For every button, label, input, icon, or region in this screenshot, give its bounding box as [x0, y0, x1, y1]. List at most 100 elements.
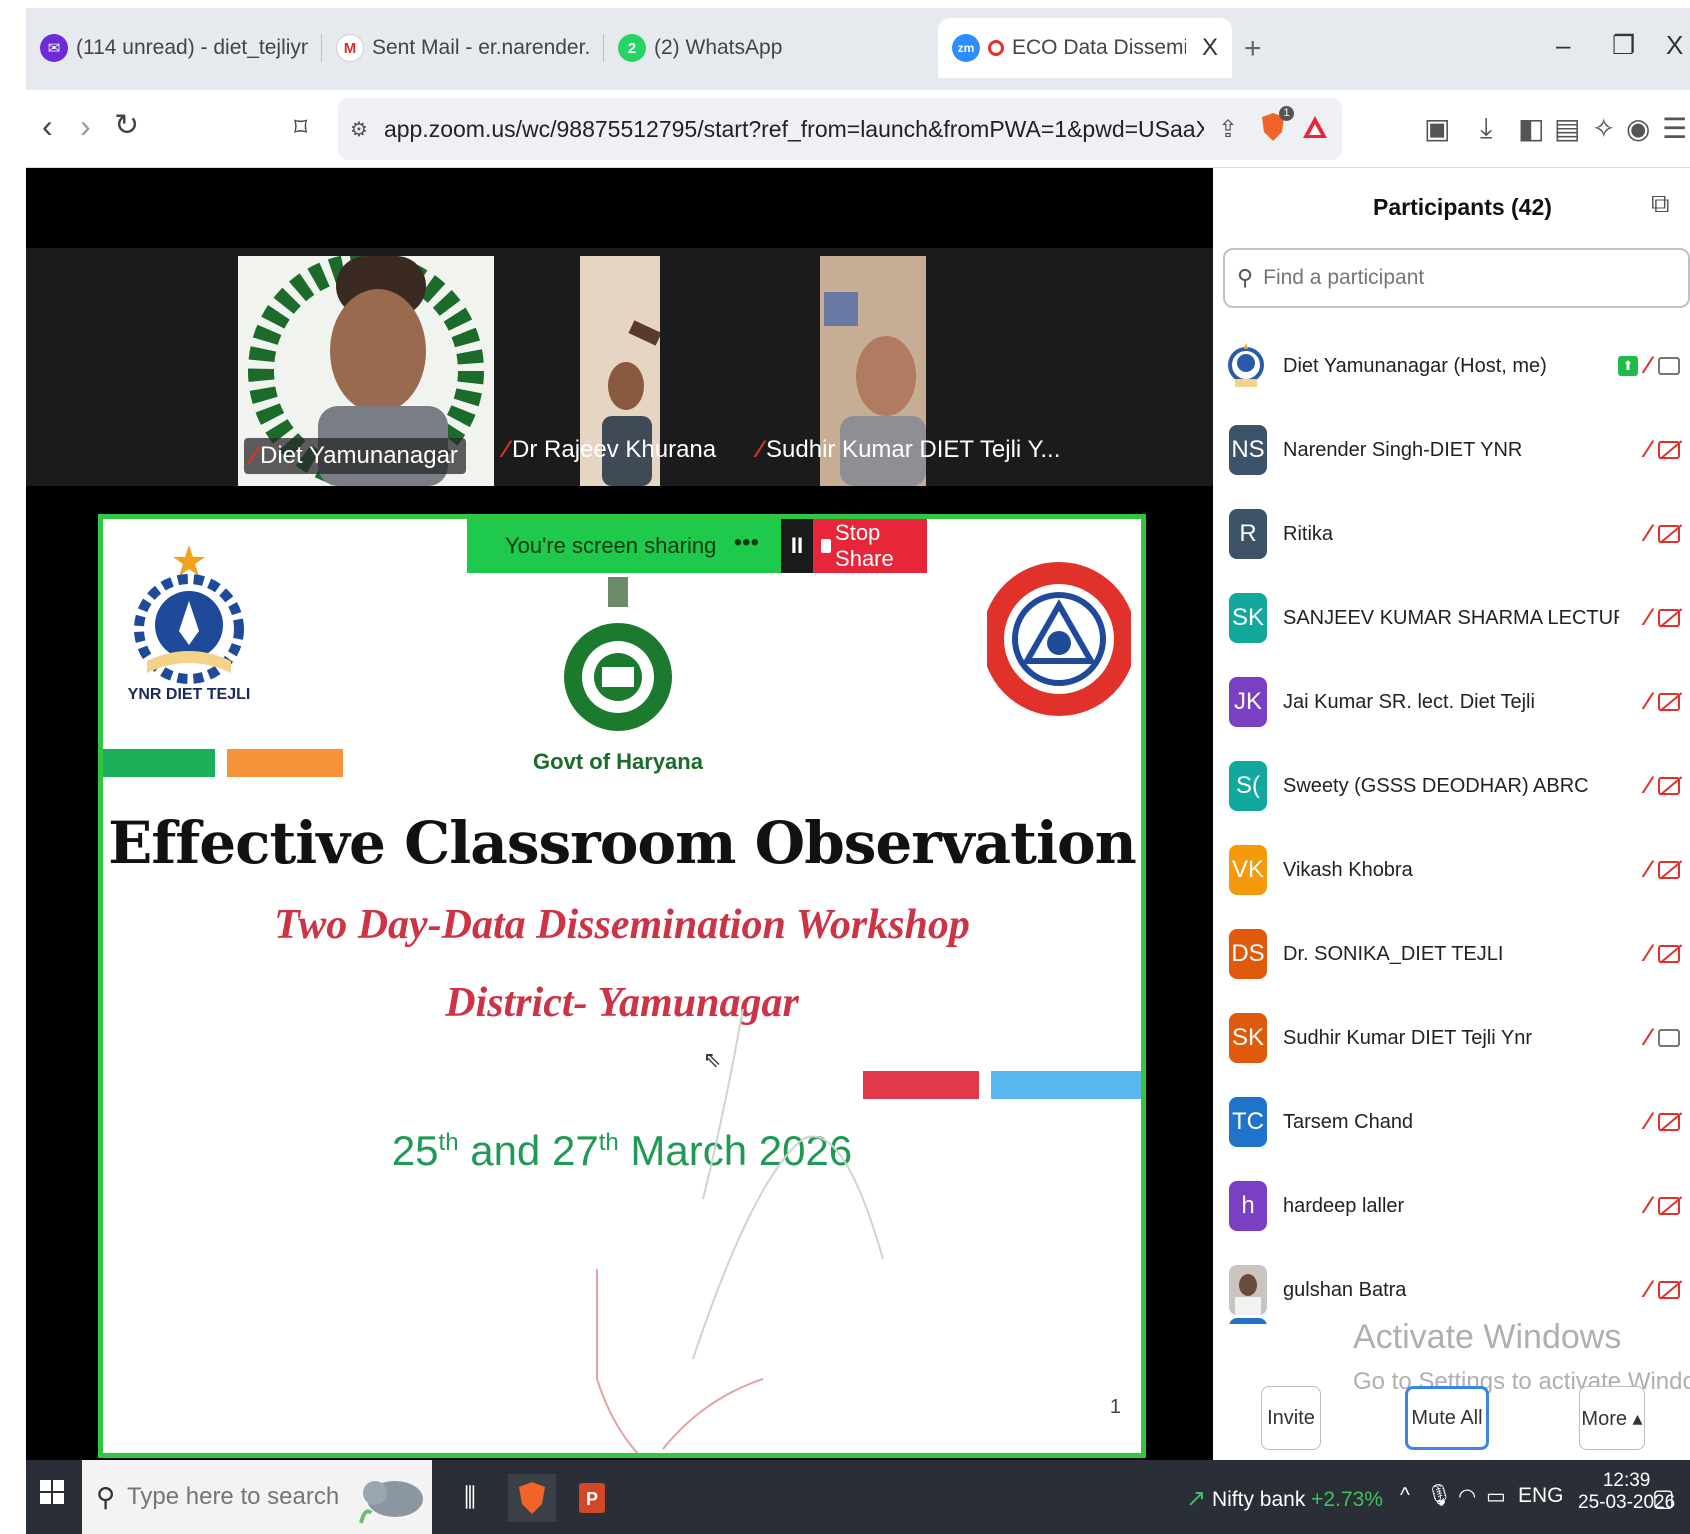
participant-row[interactable]: SK Sudhir Kumar DIET Tejli Ynr ⁄	[1213, 996, 1690, 1080]
camera-off-icon[interactable]	[1658, 441, 1680, 459]
more-options-icon[interactable]: •••	[734, 529, 759, 557]
task-view-icon[interactable]: ⫼	[446, 1474, 494, 1522]
stock-widget[interactable]: ↗ Nifty bank +2.73%	[1186, 1484, 1383, 1513]
reader-mode-icon[interactable]: ▣	[1424, 112, 1450, 145]
reload-icon[interactable]: ↻	[114, 108, 139, 143]
avatar	[1229, 1265, 1267, 1315]
mic-muted-icon[interactable]: ⁄	[1646, 688, 1650, 716]
camera-on-icon[interactable]	[1658, 1029, 1680, 1047]
camera-off-icon[interactable]	[1658, 1197, 1680, 1215]
mic-muted-icon[interactable]: ⁄	[1646, 1276, 1650, 1304]
microphone-icon[interactable]: 🎙	[1426, 1484, 1453, 1508]
restore-button[interactable]: ❐	[1612, 30, 1635, 61]
windows-start-icon[interactable]	[40, 1480, 64, 1504]
mic-muted-icon[interactable]: ⁄	[1646, 1024, 1650, 1052]
mic-muted-icon[interactable]: ⁄	[1646, 940, 1650, 968]
participant-name: Ritika	[1283, 522, 1334, 545]
brave-browser-icon[interactable]	[508, 1474, 556, 1522]
new-tab-button[interactable]: +	[1244, 32, 1262, 66]
site-settings-icon[interactable]: ⚙	[350, 117, 368, 142]
close-window-button[interactable]: X	[1666, 30, 1683, 61]
share-icon[interactable]: ⇪	[1218, 115, 1238, 144]
video-tile[interactable]: ⁄ Diet Yamunanagar	[238, 256, 494, 486]
tab-whatsapp[interactable]: 2 (2) WhatsApp	[604, 18, 886, 78]
invite-button[interactable]: Invite	[1261, 1386, 1321, 1450]
battery-icon[interactable]: ▭	[1486, 1484, 1506, 1509]
sidebar-icon[interactable]: ◧	[1518, 112, 1544, 145]
search-input[interactable]	[1263, 266, 1644, 290]
participant-row[interactable]: h hardeep laller ⁄	[1213, 1164, 1690, 1248]
mic-muted-icon[interactable]: ⁄	[1646, 772, 1650, 800]
annotation-strokes	[596, 1008, 884, 1453]
more-button[interactable]: More ▴	[1579, 1386, 1645, 1450]
back-icon[interactable]: ‹	[42, 108, 53, 145]
govt-label: Govt of Haryana	[533, 749, 703, 774]
participant-row[interactable]: NS Narender Singh-DIET YNR ⁄	[1213, 408, 1690, 492]
participant-row[interactable]: TC Tarsem Chand ⁄	[1213, 1080, 1690, 1164]
mic-muted-icon[interactable]: ⁄	[1646, 856, 1650, 884]
participant-row[interactable]: gulshan Batra ⁄	[1213, 1248, 1690, 1324]
slide-page-number: 1	[1109, 1396, 1121, 1418]
participant-name: SANJEEV KUMAR SHARMA LECTURDIET TEJLI YA…	[1283, 606, 1619, 629]
participant-row[interactable]: Diet Yamunanagar (Host, me) ⬆ ⁄	[1213, 324, 1690, 408]
participant-row[interactable]: DS Dr. SONIKA_DIET TEJLI ⁄	[1213, 912, 1690, 996]
wallet-icon[interactable]: ▤	[1554, 112, 1580, 145]
browser-toolbar: ‹ › ↻ ⌑ ⚙ app.zoom.us/wc/98875512795/sta…	[26, 90, 1690, 168]
camera-on-icon[interactable]	[1658, 357, 1680, 375]
camera-off-icon[interactable]	[1658, 777, 1680, 795]
language-indicator[interactable]: ENG	[1518, 1484, 1564, 1508]
address-bar[interactable]: ⚙ app.zoom.us/wc/98875512795/start?ref_f…	[338, 98, 1342, 160]
avatar: S(	[1229, 761, 1267, 811]
minimize-button[interactable]: –	[1556, 30, 1570, 61]
mic-muted-icon[interactable]: ⁄	[1646, 1108, 1650, 1136]
brave-rewards-icon[interactable]	[1302, 114, 1328, 145]
windows-taskbar: ⚲ ⫼ P ↗ Nifty bank +2.73% ^ 🎙 ◠ ▭ ENG 12…	[26, 1460, 1690, 1534]
avatar: R	[1229, 509, 1267, 559]
mic-muted-icon[interactable]: ⁄	[1646, 1192, 1650, 1220]
sharing-status[interactable]: You're screen sharing •••	[467, 519, 781, 573]
camera-off-icon[interactable]	[1658, 693, 1680, 711]
menu-icon[interactable]: ☰	[1662, 112, 1687, 145]
forward-icon[interactable]: ›	[80, 108, 91, 145]
participant-row[interactable]: S( Sweety (GSSS DEODHAR) ABRC ⁄	[1213, 744, 1690, 828]
recording-icon	[988, 40, 1004, 56]
taskbar-search[interactable]: ⚲	[82, 1460, 432, 1534]
mic-muted-icon[interactable]: ⁄	[1646, 604, 1650, 632]
mic-muted-icon[interactable]: ⁄	[1646, 436, 1650, 464]
vpn-icon[interactable]: ◉	[1626, 112, 1650, 145]
download-icon[interactable]: ⤓	[1480, 112, 1492, 145]
camera-off-icon[interactable]	[1658, 861, 1680, 879]
participant-row[interactable]: JK Jai Kumar SR. lect. Diet Tejli ⁄	[1213, 660, 1690, 744]
camera-off-icon[interactable]	[1658, 1113, 1680, 1131]
brave-shield-icon[interactable]: 1	[1260, 105, 1295, 147]
mic-muted-icon[interactable]: ⁄	[1646, 352, 1650, 380]
green-stripe	[103, 749, 215, 777]
tab-zoom-active[interactable]: zm ECO Data Dissemination and X	[938, 18, 1232, 78]
bookmark-icon[interactable]: ⌑	[294, 112, 307, 143]
meeting-view: ⁄ Diet Yamunanagar ⁄ Dr Rajeev Khurana ⁄…	[26, 168, 1213, 1460]
mic-muted-icon[interactable]: ⁄	[1646, 520, 1650, 548]
participant-row[interactable]: SK SANJEEV KUMAR SHARMA LECTURDIET TEJLI…	[1213, 576, 1690, 660]
pop-out-icon[interactable]: ⧉	[1651, 188, 1670, 220]
url-text[interactable]: app.zoom.us/wc/98875512795/start?ref_fro…	[384, 116, 1204, 143]
taskbar-search-input[interactable]	[127, 1483, 358, 1511]
camera-off-icon[interactable]	[1658, 609, 1680, 627]
camera-off-icon[interactable]	[1658, 945, 1680, 963]
camera-off-icon[interactable]	[1658, 1281, 1680, 1299]
mute-all-button[interactable]: Mute All	[1405, 1386, 1489, 1450]
powerpoint-icon[interactable]: P	[568, 1474, 616, 1522]
tray-chevron-icon[interactable]: ^	[1400, 1484, 1410, 1508]
wifi-icon[interactable]: ◠	[1458, 1484, 1476, 1509]
tab-title: (114 unread) - diet_tejliynr@yahoo.co	[76, 36, 308, 59]
extensions-icon[interactable]: ✧	[1592, 112, 1615, 145]
participant-row[interactable]: VK Vikash Khobra ⁄	[1213, 828, 1690, 912]
notifications-icon[interactable]: ▢	[1652, 1484, 1675, 1513]
close-tab-icon[interactable]: X	[1202, 34, 1218, 62]
stop-share-button[interactable]: Stop Share	[813, 519, 927, 573]
pause-share-button[interactable]: II	[781, 519, 813, 573]
tab-yahoo-mail[interactable]: ✉ (114 unread) - diet_tejliynr@yahoo.co	[26, 18, 322, 78]
participant-search[interactable]: ⚲	[1223, 248, 1690, 308]
camera-off-icon[interactable]	[1658, 525, 1680, 543]
participant-row[interactable]: R Ritika ⁄	[1213, 492, 1690, 576]
tab-gmail[interactable]: M Sent Mail - er.narender.singh@gmail	[322, 18, 604, 78]
